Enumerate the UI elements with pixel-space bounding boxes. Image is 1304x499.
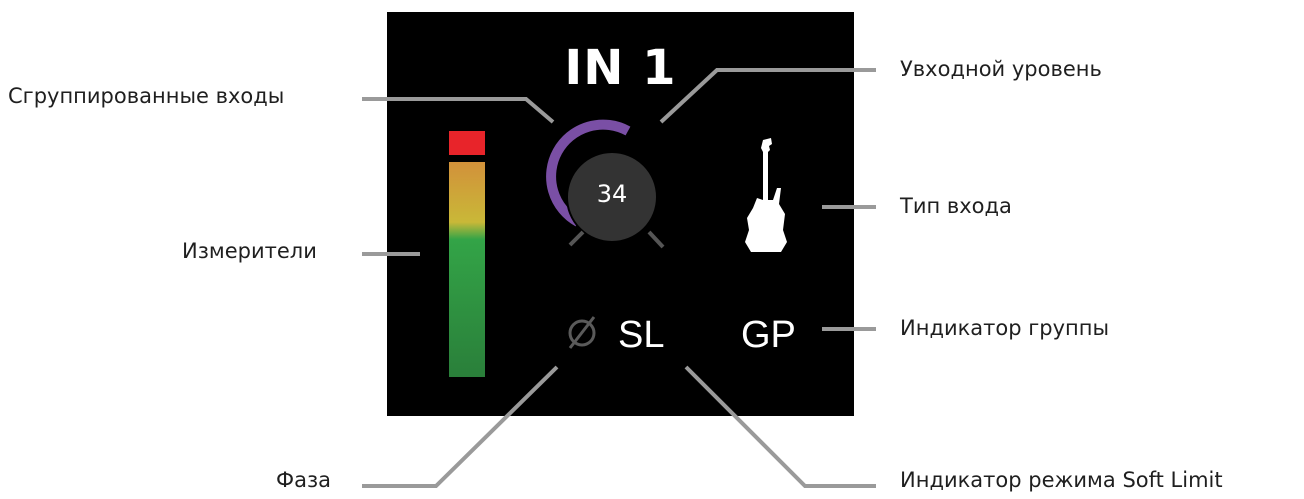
callout-input-type: Тип входа xyxy=(900,194,1012,218)
callout-group-indicator: Индикатор группы xyxy=(900,316,1110,340)
callout-grouped-inputs: Сгруппированные входы xyxy=(8,84,285,108)
line-soft-limit xyxy=(684,365,876,488)
line-input-level xyxy=(659,68,876,124)
line-phase xyxy=(362,365,559,488)
callout-soft-limit: Индикатор режима Soft Limit xyxy=(900,468,1223,492)
callout-phase: Фаза xyxy=(276,468,331,492)
line-grouped-inputs xyxy=(362,97,555,124)
callout-meters: Измерители xyxy=(182,239,317,263)
callout-input-level: Увходной уровень xyxy=(900,57,1102,81)
